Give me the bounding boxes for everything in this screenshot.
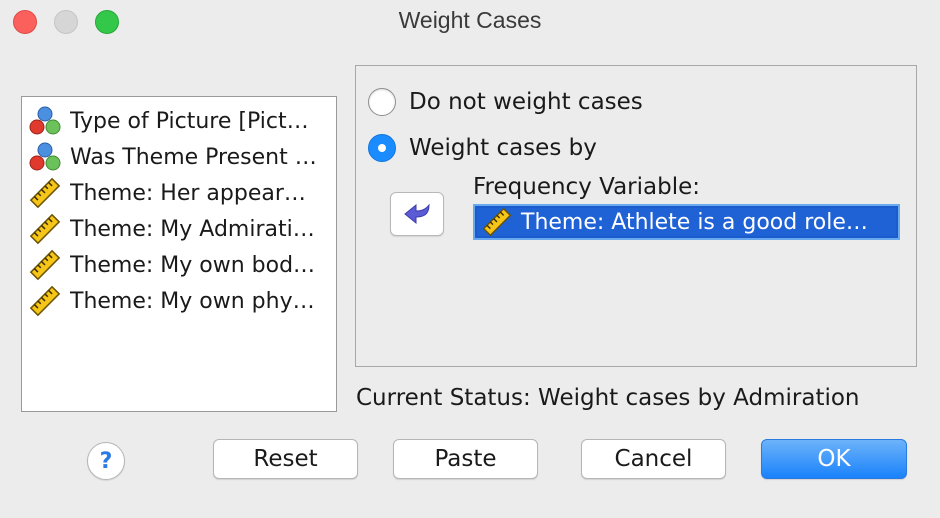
reset-button[interactable]: Reset xyxy=(213,439,358,479)
do-not-weight-option[interactable]: Do not weight cases xyxy=(368,88,643,116)
scale-variable-icon xyxy=(29,213,61,245)
move-variable-button[interactable] xyxy=(390,192,444,236)
list-item[interactable]: Theme: Her appear… xyxy=(22,175,336,211)
nominal-variable-icon xyxy=(29,106,61,135)
weight-options-panel: Do not weight cases Weight cases by Freq… xyxy=(355,65,917,367)
list-item[interactable]: Theme: My Admirati… xyxy=(22,211,336,247)
weight-cases-by-radio[interactable] xyxy=(368,134,396,162)
frequency-variable-selected[interactable]: Theme: Athlete is a good role… xyxy=(477,208,896,236)
variable-label: Theme: Her appear… xyxy=(70,180,306,206)
variable-label: Type of Picture [Pict… xyxy=(70,108,309,134)
frequency-variable-value: Theme: Athlete is a good role… xyxy=(521,209,868,235)
weight-cases-by-option[interactable]: Weight cases by xyxy=(368,134,597,162)
scale-variable-icon xyxy=(482,208,512,236)
variable-label: Theme: My own bod… xyxy=(70,252,316,278)
nominal-variable-icon xyxy=(29,142,61,171)
current-status: Current Status: Weight cases by Admirati… xyxy=(356,385,860,411)
cancel-button[interactable]: Cancel xyxy=(581,439,726,479)
arrow-left-icon xyxy=(404,203,430,225)
help-button[interactable]: ? xyxy=(87,442,125,480)
scale-variable-icon xyxy=(29,249,61,281)
ok-button[interactable]: OK xyxy=(761,439,907,479)
do-not-weight-radio[interactable] xyxy=(368,88,396,116)
list-item[interactable]: Theme: My own phy… xyxy=(22,283,336,319)
window-title: Weight Cases xyxy=(398,7,542,33)
frequency-variable-field[interactable]: Theme: Athlete is a good role… xyxy=(473,204,900,240)
list-item[interactable]: Was Theme Present … xyxy=(22,139,336,175)
scale-variable-icon xyxy=(29,285,61,317)
variable-label: Was Theme Present … xyxy=(70,144,317,170)
do-not-weight-label: Do not weight cases xyxy=(409,89,643,115)
variable-label: Theme: My own phy… xyxy=(70,288,315,314)
variable-label: Theme: My Admirati… xyxy=(70,216,315,242)
variable-list[interactable]: Type of Picture [Pict… Was Theme Present… xyxy=(21,96,337,412)
title-bar: Weight Cases xyxy=(0,0,940,44)
weight-cases-by-label: Weight cases by xyxy=(409,135,597,161)
list-item[interactable]: Type of Picture [Pict… xyxy=(22,103,336,139)
paste-button[interactable]: Paste xyxy=(393,439,538,479)
list-item[interactable]: Theme: My own bod… xyxy=(22,247,336,283)
frequency-variable-label: Frequency Variable: xyxy=(473,174,701,200)
scale-variable-icon xyxy=(29,177,61,209)
